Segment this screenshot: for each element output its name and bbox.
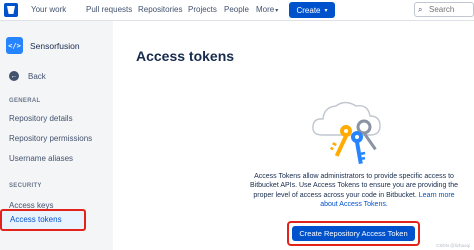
top-navigation: Your work Pull requests Repositories Pro…: [0, 0, 474, 21]
search-input[interactable]: [429, 4, 473, 15]
sidebar: </> Sensorfusion ← Back GENERAL Reposito…: [0, 21, 113, 250]
chevron-down-icon: ▾: [275, 8, 279, 14]
nav-your-work[interactable]: Your work: [31, 5, 66, 14]
create-token-highlight: Create Repository Access Token: [287, 221, 420, 246]
nav-more-label: More: [256, 5, 275, 14]
watermark: CSDN @lizhaoqi: [436, 243, 470, 248]
repo-avatar-icon: </>: [6, 37, 23, 54]
sidebar-item-repository-details[interactable]: Repository details: [9, 114, 73, 123]
sidebar-item-repository-permissions[interactable]: Repository permissions: [9, 134, 92, 143]
access-tokens-description: Access Tokens allow administrators to pr…: [245, 172, 463, 210]
cloud-keys-illustration-icon: [312, 101, 381, 165]
nav-more[interactable]: More▾: [256, 5, 278, 14]
create-repository-access-token-button[interactable]: Create Repository Access Token: [292, 226, 415, 241]
general-section-header: GENERAL: [9, 98, 41, 104]
nav-projects[interactable]: Projects: [188, 5, 217, 14]
sidebar-item-label: Access tokens: [10, 215, 62, 224]
repo-header[interactable]: </> Sensorfusion: [6, 37, 80, 54]
back-label: Back: [28, 71, 46, 81]
page-title: Access tokens: [136, 48, 235, 64]
create-button[interactable]: Create ▾: [289, 2, 335, 18]
nav-pull-requests[interactable]: Pull requests: [86, 5, 132, 14]
arrow-left-icon: ←: [9, 71, 19, 81]
chevron-down-icon: ▾: [324, 7, 328, 14]
search-box[interactable]: ⌕: [414, 2, 474, 17]
sidebar-item-access-tokens[interactable]: Access tokens: [0, 209, 86, 231]
search-icon: ⌕: [418, 5, 423, 14]
repo-name: Sensorfusion: [30, 40, 80, 51]
security-section-header: SECURITY: [9, 183, 42, 189]
nav-repositories[interactable]: Repositories: [138, 5, 182, 14]
create-button-label: Create: [296, 5, 321, 15]
back-link[interactable]: ← Back: [9, 71, 46, 81]
sidebar-item-username-aliases[interactable]: Username aliases: [9, 154, 73, 163]
nav-people[interactable]: People: [224, 5, 249, 14]
bitbucket-logo-icon[interactable]: [4, 3, 18, 17]
